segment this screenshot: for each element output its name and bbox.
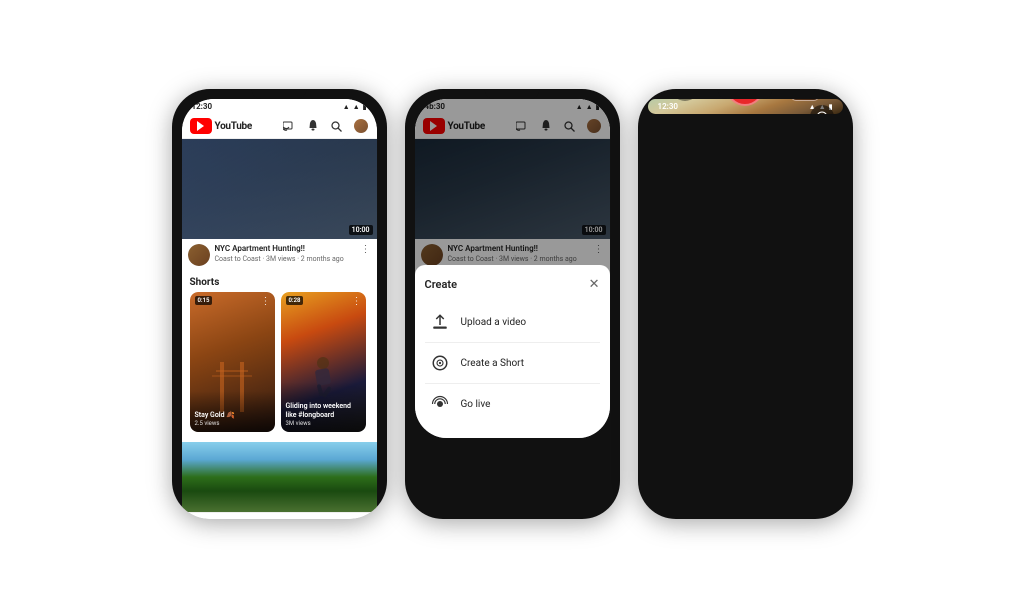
- youtube-header-1: YouTube: [182, 114, 377, 139]
- bottom-nav-1: ⌂ Home ◎ Explore + ⊞ Subscriptions ▤ Lib…: [182, 512, 377, 519]
- record-btn[interactable]: [726, 99, 764, 106]
- create-modal-overlay[interactable]: Create ✕ Upload a video: [415, 99, 610, 438]
- short-info-2: Gliding into weekend like #longboard 3M …: [281, 382, 366, 432]
- yt-header-icons-1: [281, 118, 369, 134]
- phone-1-screen: 12:30 ▲ ▲ ▮ YouTube: [182, 99, 377, 519]
- short-thumb-2: 0:28 ⋮ Gliding into weekend like #longbo…: [281, 292, 366, 432]
- notch-3: [718, 89, 773, 99]
- short-title-1: Stay Gold 🍂: [195, 411, 270, 419]
- upload-icon: [429, 311, 451, 333]
- go-live-icon: [429, 393, 451, 415]
- video-info-1: NYC Apartment Hunting!! Coast to Coast ·…: [182, 239, 377, 271]
- battery-icon: ▮: [363, 103, 367, 111]
- short-more-2[interactable]: ⋮: [352, 296, 362, 307]
- short-views-1: 2.5 views: [195, 420, 270, 427]
- bell-icon[interactable]: [305, 118, 321, 134]
- screen-1: 12:30 ▲ ▲ ▮ YouTube: [182, 99, 377, 519]
- modal-close-btn[interactable]: ✕: [589, 277, 600, 292]
- yt-logo-1: YouTube: [190, 118, 252, 134]
- upload-thumb-btn[interactable]: Upload: [791, 99, 819, 101]
- landscape-image-1: [182, 442, 377, 512]
- go-live-item[interactable]: Go live: [425, 384, 600, 424]
- short-card-1[interactable]: 0:15 ⋮ Stay Gold 🍂 2.5 views: [190, 292, 275, 432]
- shorts-row-1: 0:15 ⋮ Stay Gold 🍂 2.5 views: [182, 292, 377, 438]
- avatar-1[interactable]: [353, 118, 369, 134]
- phone-2-screen: 4b:30 ▲ ▲ ▮ YouTube: [415, 99, 610, 438]
- channel-avatar-1: [188, 244, 210, 266]
- video-meta-1: NYC Apartment Hunting!! Coast to Coast ·…: [215, 244, 356, 263]
- speed-icon: [810, 105, 834, 114]
- yt-logo-text-1: YouTube: [215, 121, 252, 132]
- short-card-2[interactable]: 0:28 ⋮ Gliding into weekend like #longbo…: [281, 292, 366, 432]
- wifi-icon: ▲: [353, 103, 360, 111]
- upload-label: Upload: [792, 99, 818, 100]
- camera-screen: 12:30 ▲ ▲ ▮: [648, 99, 843, 114]
- more-options-1[interactable]: ⋮: [361, 244, 371, 255]
- shorts-label-1: Shorts: [182, 271, 377, 292]
- camera-bottom-controls: Upload: [648, 99, 843, 106]
- phone-3-screen: 12:30 ▲ ▲ ▮: [648, 99, 843, 114]
- short-duration-1: 0:15: [195, 296, 213, 305]
- video-duration-1: 10:00: [349, 225, 373, 235]
- speed-btn[interactable]: Speed: [810, 105, 834, 114]
- create-short-icon: [429, 352, 451, 374]
- short-views-2: 3M views: [286, 420, 361, 427]
- search-icon-1[interactable]: [329, 118, 345, 134]
- video-title-1: NYC Apartment Hunting!!: [215, 244, 356, 254]
- status-icons-1: ▲ ▲ ▮: [343, 103, 367, 111]
- modal-header: Create ✕: [425, 277, 600, 292]
- short-title-2: Gliding into weekend like #longboard: [286, 402, 361, 419]
- create-short-item[interactable]: Create a Short: [425, 343, 600, 383]
- nav-home-1[interactable]: ⌂ Home: [182, 518, 221, 519]
- modal-title: Create: [425, 278, 458, 291]
- cast-icon[interactable]: [281, 118, 297, 134]
- phone-3: 12:30 ▲ ▲ ▮: [638, 89, 853, 519]
- upload-video-item[interactable]: Upload a video: [425, 302, 600, 342]
- youtube-logo-icon-1: [190, 118, 212, 134]
- phone-1: 12:30 ▲ ▲ ▮ YouTube: [172, 89, 387, 519]
- go-live-label: Go live: [461, 399, 491, 410]
- video-channel-1: Coast to Coast · 3M views · 2 months ago: [215, 255, 356, 263]
- notch-2: [485, 89, 540, 99]
- signal-icon: ▲: [343, 103, 350, 111]
- upload-video-label: Upload a video: [461, 317, 527, 328]
- short-more-1[interactable]: ⋮: [261, 296, 271, 307]
- home-icon: ⌂: [197, 518, 205, 519]
- camera-right-controls: Speed Timer: [810, 105, 834, 114]
- status-bar-1: 12:30 ▲ ▲ ▮: [182, 99, 377, 114]
- short-info-1: Stay Gold 🍂 2.5 views: [190, 391, 275, 432]
- short-thumb-1: 0:15 ⋮ Stay Gold 🍂 2.5 views: [190, 292, 275, 432]
- notch-1: [252, 89, 307, 99]
- video-thumbnail-1[interactable]: 10:00: [182, 139, 377, 239]
- short-duration-2: 0:28: [286, 296, 304, 305]
- screen-2: 4b:30 ▲ ▲ ▮ YouTube: [415, 99, 610, 438]
- create-short-label: Create a Short: [461, 358, 525, 369]
- phone-2: 4b:30 ▲ ▲ ▮ YouTube: [405, 89, 620, 519]
- create-modal-sheet: Create ✕ Upload a video: [415, 265, 610, 438]
- status-time-1: 12:30: [192, 102, 213, 111]
- flip-camera-btn[interactable]: [671, 99, 699, 101]
